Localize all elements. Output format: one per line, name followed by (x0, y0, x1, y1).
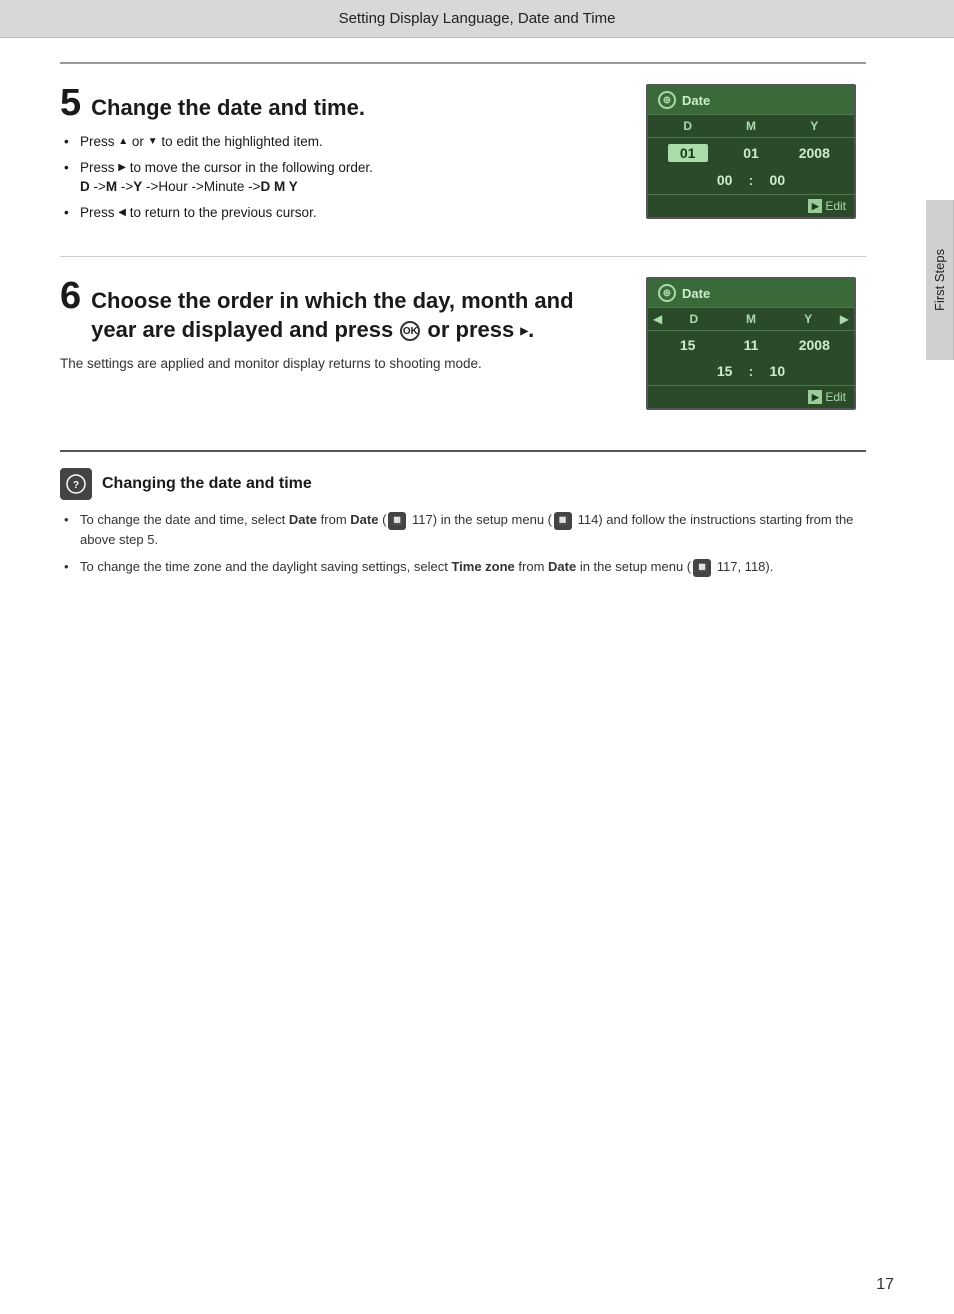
page-number: 17 (876, 1276, 894, 1294)
step5-cursor-order: D (80, 179, 90, 194)
step5-heading: 5 Change the date and time. (60, 84, 622, 122)
step6-date-y: 2008 (794, 337, 834, 353)
step5-col-m: M (731, 119, 771, 133)
step6-time-sep: : (749, 363, 754, 379)
step6-date-m: 11 (731, 337, 771, 353)
step5-bullet2: Press to move the cursor in the followin… (64, 158, 622, 197)
note-bullet1: To change the date and time, select Date… (64, 510, 866, 549)
sidebar-tab-label: First Steps (932, 249, 947, 311)
step5-title: Change the date and time. (91, 95, 365, 121)
step6-col-y: Y (788, 312, 828, 326)
note-bullet2: To change the time zone and the daylight… (64, 557, 866, 577)
step5-lcd: ⊕ Date D M Y 01 01 2008 00 : 00 (646, 84, 866, 228)
ref-icon-3: 🔲 (693, 559, 711, 577)
step6-nav-row: ◀ D M Y ▶ (648, 308, 854, 331)
sidebar-tab: First Steps (926, 200, 954, 360)
step6-section: 6 Choose the order in which the day, mon… (60, 277, 866, 410)
step5-lcd-time-row: 00 : 00 (648, 168, 854, 194)
step5-bullet1: Press or to edit the highlighted item. (64, 132, 622, 152)
step6-nav-left: ◀ (650, 312, 665, 326)
step6-lcd-header: ⊕ Date (648, 279, 854, 308)
step6-lcd-icon: ⊕ (658, 284, 676, 302)
step-divider (60, 256, 866, 257)
step5-lcd-header-text: Date (682, 93, 710, 108)
step6-lcd-time-row: 15 : 10 (648, 359, 854, 385)
step6-lcd-date-row: 15 11 2008 (648, 331, 854, 359)
step5-number: 5 (60, 84, 81, 122)
arrow-right-icon2 (520, 325, 528, 338)
step6-lcd-header-text: Date (682, 286, 710, 301)
step6-number: 6 (60, 277, 81, 315)
page-header: Setting Display Language, Date and Time (0, 0, 954, 38)
step5-edit-label: Edit (825, 199, 846, 213)
arrow-up-icon (118, 135, 128, 150)
step5-edit-icon: ▶ (808, 199, 822, 213)
step6-title-line1: Choose the order in which the day, month… (91, 287, 573, 316)
step6-edit-icon: ▶ (808, 390, 822, 404)
step6-time-h: 15 (705, 363, 745, 379)
step5-time-sep: : (749, 172, 754, 188)
step5-bullets: Press or to edit the highlighted item. P… (60, 132, 622, 222)
step6-col-m: M (731, 312, 771, 326)
note-header: ? Changing the date and time (60, 468, 866, 500)
step6-lcd: ⊕ Date ◀ D M Y ▶ 15 11 2008 (646, 277, 866, 410)
arrow-left-icon (118, 206, 126, 221)
step5-left: 5 Change the date and time. Press or to … (60, 84, 622, 228)
step5-lcd-header: ⊕ Date (648, 86, 854, 115)
step6-body: The settings are applied and monitor dis… (60, 354, 622, 374)
svg-text:?: ? (73, 480, 79, 491)
step6-date-d: 15 (668, 337, 708, 353)
step6-left: 6 Choose the order in which the day, mon… (60, 277, 622, 410)
step5-time-m: 00 (757, 172, 797, 188)
main-content: 5 Change the date and time. Press or to … (0, 38, 926, 625)
ref-icon-1: 🔲 (388, 512, 406, 530)
step5-col-y: Y (794, 119, 834, 133)
step5-date-y: 2008 (794, 145, 834, 161)
step5-date-m: 01 (731, 145, 771, 161)
page-header-title: Setting Display Language, Date and Time (339, 10, 616, 27)
step6-nav-right: ▶ (837, 312, 852, 326)
step6-lcd-footer: ▶ Edit (648, 385, 854, 408)
note-icon: ? (60, 468, 92, 500)
arrow-right-icon (118, 161, 126, 176)
step5-bullet3: Press to return to the previous cursor. (64, 203, 622, 223)
step5-lcd-date-row: 01 01 2008 (648, 138, 854, 168)
arrow-down-icon (148, 135, 158, 150)
note-title: Changing the date and time (102, 475, 312, 493)
step6-heading: 6 Choose the order in which the day, mon… (60, 277, 622, 344)
step6-col-d: D (674, 312, 714, 326)
step5-lcd-cols: D M Y (648, 115, 854, 138)
step5-time-h: 00 (705, 172, 745, 188)
step6-title-line2: year are displayed and press OK or press… (91, 316, 573, 345)
step5-date-d: 01 (668, 144, 708, 162)
step5-lcd-footer: ▶ Edit (648, 194, 854, 217)
ok-button-icon: OK (400, 321, 420, 341)
ref-icon-2: 🔲 (554, 512, 572, 530)
bottom-note: ? Changing the date and time To change t… (60, 450, 866, 577)
step5-lcd-screen: ⊕ Date D M Y 01 01 2008 00 : 00 (646, 84, 856, 219)
note-bullets: To change the date and time, select Date… (60, 510, 866, 577)
top-divider (60, 62, 866, 64)
step5-section: 5 Change the date and time. Press or to … (60, 84, 866, 228)
step6-edit-label: Edit (825, 390, 846, 404)
step5-col-d: D (668, 119, 708, 133)
step6-lcd-screen: ⊕ Date ◀ D M Y ▶ 15 11 2008 (646, 277, 856, 410)
step6-time-m: 10 (757, 363, 797, 379)
step5-lcd-icon: ⊕ (658, 91, 676, 109)
